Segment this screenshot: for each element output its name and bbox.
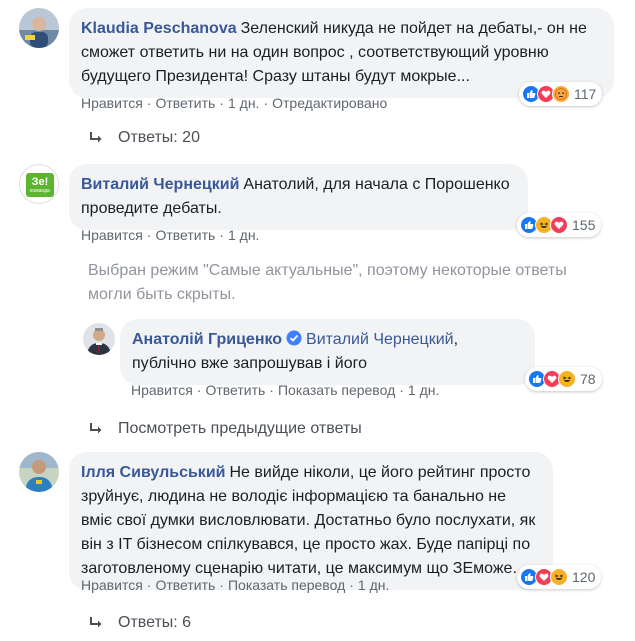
comment-actions: Нравится · Ответить · 1 дн. · Отредактировано — [81, 95, 388, 111]
reaction-count: 78 — [580, 371, 596, 387]
previous-replies-label[interactable]: Посмотреть предыдущие ответы — [118, 420, 362, 438]
haha-icon — [550, 568, 568, 586]
replies-label[interactable]: Ответы: 20 — [118, 129, 200, 147]
mention-link[interactable]: Виталий Чернецкий — [306, 331, 454, 348]
like-link[interactable]: Нравится — [81, 95, 143, 111]
translate-link[interactable]: Показать перевод — [228, 577, 345, 593]
reply-link[interactable]: Ответить — [155, 227, 215, 243]
reply-arrow-icon — [90, 617, 102, 628]
brand-logo-text: Зе! — [31, 175, 49, 188]
comment-author[interactable]: Анатолій Гриценко — [132, 331, 282, 348]
replies-toggle[interactable]: Ответы: 20 — [88, 129, 200, 147]
previous-replies-link[interactable]: Посмотреть предыдущие ответы — [88, 420, 362, 438]
timestamp[interactable]: 1 дн. — [408, 382, 439, 398]
reply-arrow-icon — [90, 132, 102, 143]
timestamp[interactable]: 1 дн. — [228, 95, 259, 111]
comment-author[interactable]: Ілля Сивульський — [81, 464, 225, 481]
comment-author[interactable]: Виталий Чернецкий — [81, 176, 239, 193]
like-link[interactable]: Нравится — [131, 382, 193, 398]
avatar[interactable] — [83, 323, 115, 355]
reply-link[interactable]: Ответить — [155, 95, 215, 111]
replies-label[interactable]: Ответы: 6 — [118, 614, 191, 632]
reply-link[interactable]: Ответить — [155, 577, 215, 593]
avatar[interactable] — [19, 8, 59, 48]
sort-mode-notice: Выбран режим "Самые актуальные", поэтому… — [88, 262, 567, 303]
comment-actions: Нравится · Ответить · Показать перевод · 1 дн. — [131, 382, 440, 398]
comment-bubble: Виталий Чернецкий Анатолий, для начала с … — [69, 164, 528, 230]
reaction-count: 120 — [572, 569, 596, 585]
reaction-count: 117 — [574, 86, 597, 102]
timestamp[interactable]: 1 дн. — [228, 227, 259, 243]
angry-icon — [552, 85, 570, 103]
timestamp[interactable]: 1 дн. — [358, 577, 389, 593]
reaction-summary[interactable]: 155 — [517, 213, 602, 237]
like-link[interactable]: Нравится — [81, 577, 143, 593]
verified-icon — [286, 330, 302, 346]
haha-icon — [558, 370, 576, 388]
comment-author[interactable]: Klaudia Peschanova — [81, 20, 237, 37]
reply-arrow-icon — [90, 423, 102, 434]
translate-link[interactable]: Показать перевод — [278, 382, 395, 398]
replies-toggle[interactable]: Ответы: 6 — [88, 614, 191, 632]
reaction-summary[interactable]: 117 — [519, 82, 603, 106]
comment-bubble: Ілля Сивульський Не вийде ніколи, це його… — [69, 452, 553, 590]
love-icon — [550, 216, 568, 234]
brand-logo-subtext: команда — [30, 187, 50, 194]
avatar[interactable]: Зе! команда — [19, 164, 59, 204]
edited-label[interactable]: Отредактировано — [272, 95, 387, 111]
like-link[interactable]: Нравится — [81, 227, 143, 243]
reply-link[interactable]: Ответить — [205, 382, 265, 398]
reaction-summary[interactable]: 120 — [517, 565, 602, 589]
comment-actions: Нравится · Ответить · Показать перевод · 1 дн. — [81, 577, 390, 593]
avatar[interactable] — [19, 452, 59, 492]
comment-bubble: Анатолій Гриценко Виталий Чернецкий, публ… — [120, 319, 535, 385]
reaction-count: 155 — [572, 217, 596, 233]
reaction-summary[interactable]: 78 — [525, 367, 602, 391]
comment-actions: Нравится · Ответить · 1 дн. — [81, 227, 260, 243]
